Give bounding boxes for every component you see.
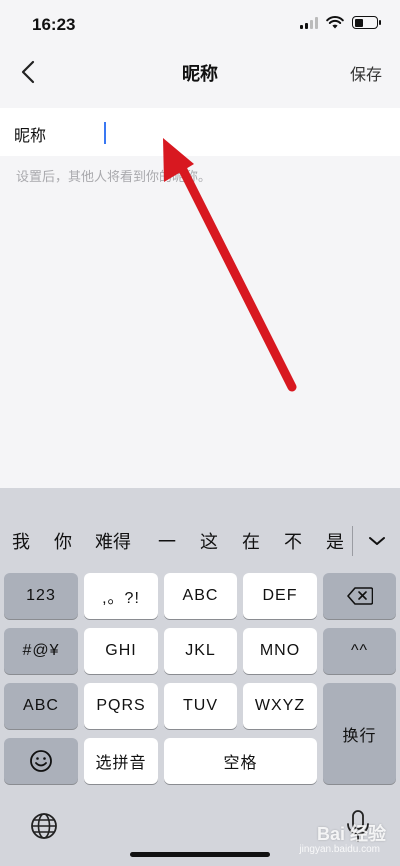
page-title: 昵称: [182, 64, 218, 84]
candidate-word[interactable]: 一: [158, 528, 176, 554]
status-time: 16:23: [32, 15, 76, 34]
watermark-url: jingyan.baidu.com: [299, 844, 380, 855]
home-indicator: [130, 852, 270, 857]
text-cursor: [104, 122, 106, 144]
space-key[interactable]: 空格: [164, 738, 317, 784]
watermark-brand: Bai 经验: [316, 824, 386, 844]
emoji-key[interactable]: [4, 738, 78, 784]
key-punctuation[interactable]: ,。?!: [84, 573, 158, 619]
smiley-icon: [30, 750, 52, 772]
save-button[interactable]: 保存: [350, 61, 382, 85]
wifi-icon: [326, 16, 344, 29]
battery-icon: [352, 16, 381, 29]
key-mno[interactable]: MNO: [243, 628, 317, 674]
candidate-word[interactable]: 是: [326, 528, 344, 554]
key-select-pinyin[interactable]: 选拼音: [84, 738, 158, 784]
keyboard-bottom-bar: Bai 经验 jingyan.baidu.com: [0, 794, 400, 866]
nickname-input[interactable]: [98, 116, 388, 148]
key-wxyz[interactable]: WXYZ: [243, 683, 317, 729]
key-123[interactable]: 123: [4, 573, 78, 619]
nickname-label: 昵称: [14, 128, 47, 145]
return-key[interactable]: 换行: [323, 683, 396, 784]
globe-icon[interactable]: [28, 810, 60, 842]
backspace-icon: [346, 587, 373, 605]
keyboard: 我 你 难得 一 这 在 不 是 123 ,。?! ABC DEF #@¥ GH…: [0, 488, 400, 866]
candidate-word[interactable]: 你: [54, 528, 72, 554]
key-abc-switch[interactable]: ABC: [4, 683, 78, 729]
key-abc[interactable]: ABC: [164, 573, 237, 619]
key-tuv[interactable]: TUV: [164, 683, 237, 729]
key-pqrs[interactable]: PQRS: [84, 683, 158, 729]
candidate-word[interactable]: 不: [284, 528, 302, 554]
key-def[interactable]: DEF: [243, 573, 317, 619]
key-symbols[interactable]: #@¥: [4, 628, 78, 674]
candidate-word[interactable]: 难得: [95, 528, 131, 554]
candidate-word[interactable]: 这: [200, 528, 218, 554]
candidate-word[interactable]: 我: [12, 528, 30, 554]
delete-key[interactable]: [323, 573, 396, 619]
nickname-field-row: 昵称: [0, 108, 400, 156]
content-area: 昵称 设置后，其他人将看到你的昵称。: [0, 94, 400, 488]
status-bar: 16:23: [0, 0, 400, 50]
nickname-hint: 设置后，其他人将看到你的昵称。: [16, 169, 212, 184]
key-jkl[interactable]: JKL: [164, 628, 237, 674]
nav-bar: 昵称 保存: [0, 50, 400, 94]
candidate-bar: 我 你 难得 一 这 在 不 是: [0, 522, 400, 560]
key-ghi[interactable]: GHI: [84, 628, 158, 674]
candidate-word[interactable]: 在: [242, 528, 260, 554]
chevron-down-icon: [369, 537, 385, 545]
status-icons: [300, 16, 381, 29]
key-emoticon[interactable]: ^^: [323, 628, 396, 674]
candidate-divider: [352, 526, 353, 556]
expand-candidates-button[interactable]: [360, 526, 394, 556]
cellular-signal-icon: [300, 16, 318, 29]
